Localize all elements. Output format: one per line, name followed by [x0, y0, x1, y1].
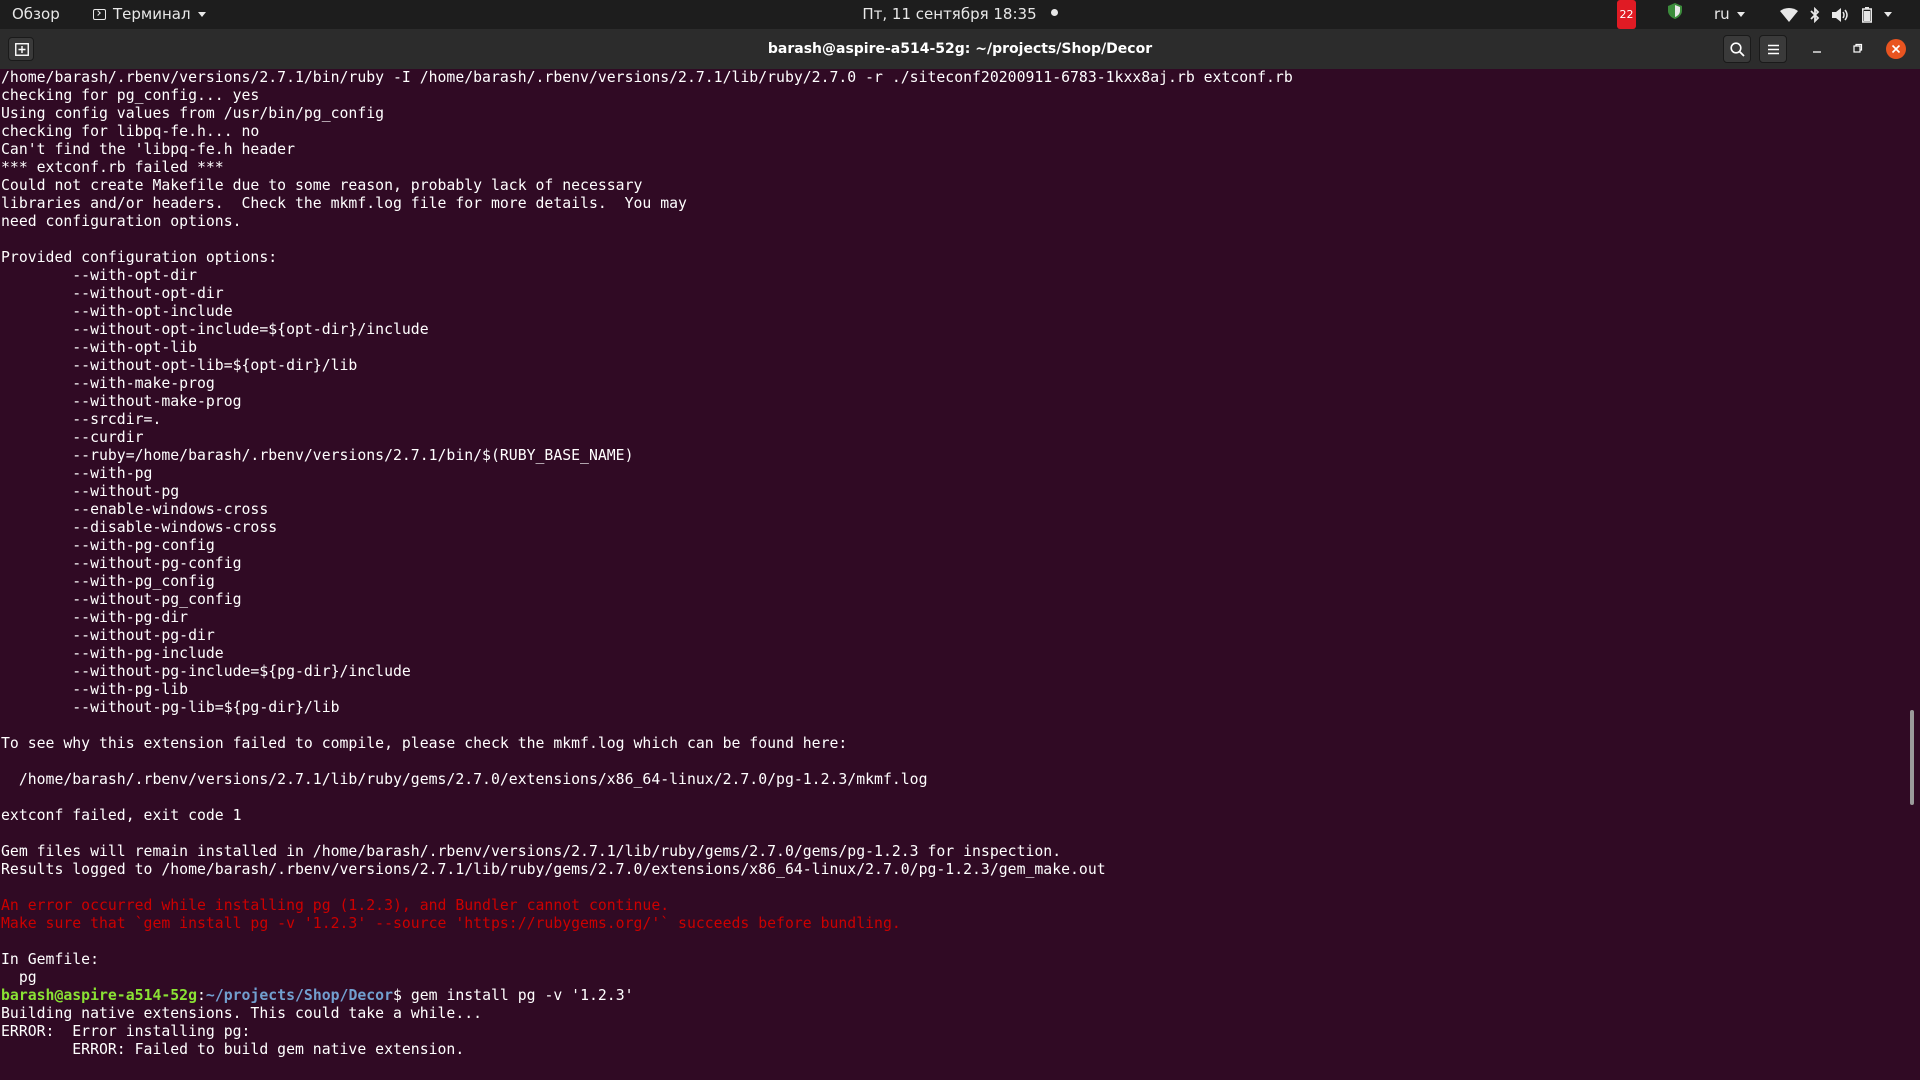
chevron-down-icon — [1884, 12, 1892, 17]
terminal-line: *** extconf.rb failed *** — [1, 159, 224, 176]
keyboard-layout-label: ru — [1714, 5, 1730, 23]
app-menu-terminal[interactable]: Терминал — [93, 0, 206, 29]
terminal-icon — [93, 9, 106, 20]
terminal-line: To see why this extension failed to comp… — [1, 735, 848, 752]
search-icon — [1730, 42, 1745, 57]
terminal-error-line: Make sure that `gem install pg -v '1.2.3… — [1, 915, 901, 932]
notification-badge[interactable]: 22 — [1617, 0, 1636, 29]
window-titlebar[interactable]: barash@aspire-a514-52g: ~/projects/Shop/… — [0, 29, 1920, 69]
terminal-line: --without-pg — [1, 483, 180, 500]
terminal-line: --with-pg-config — [1, 537, 215, 554]
terminal-line: /home/barash/.rbenv/versions/2.7.1/lib/r… — [1, 771, 928, 788]
terminal-line: --with-pg — [1, 465, 153, 482]
terminal-line: --enable-windows-cross — [1, 501, 269, 518]
clock-button[interactable]: Пт, 11 сентября 18:35 — [862, 5, 1058, 23]
terminal-line: extconf failed, exit code 1 — [1, 807, 242, 824]
terminal-line: --with-opt-lib — [1, 339, 197, 356]
terminal-line: --ruby=/home/barash/.rbenv/versions/2.7.… — [1, 447, 634, 464]
app-menu-label: Терминал — [113, 5, 191, 23]
terminal-line: --without-make-prog — [1, 393, 242, 410]
terminal-line: --with-pg-dir — [1, 609, 189, 626]
terminal-line: Gem files will remain installed in /home… — [1, 843, 1062, 860]
terminal-line: --with-pg-lib — [1, 681, 189, 698]
volume-icon — [1832, 7, 1848, 22]
search-button[interactable] — [1723, 35, 1751, 63]
terminal-line: checking for pg_config... yes — [1, 87, 260, 104]
battery-icon — [1862, 6, 1872, 23]
restore-icon — [1853, 43, 1863, 53]
terminal-line: Results logged to /home/barash/.rbenv/ve… — [1, 861, 1106, 878]
terminal-line: checking for libpq-fe.h... no — [1, 123, 260, 140]
terminal-line: Can't find the 'libpq-fe.h header — [1, 141, 295, 158]
close-button[interactable] — [1886, 39, 1906, 59]
terminal-line: --with-opt-include — [1, 303, 233, 320]
terminal-line: --curdir — [1, 429, 144, 446]
terminal-line: Provided configuration options: — [1, 249, 278, 266]
terminal-line: In Gemfile: — [1, 951, 99, 968]
terminal-error-line: An error occurred while installing pg (1… — [1, 897, 670, 914]
terminal-line: --without-opt-lib=${opt-dir}/lib — [1, 357, 358, 374]
terminal-line: --without-opt-include=${opt-dir}/include — [1, 321, 429, 338]
hamburger-menu-button[interactable] — [1759, 35, 1787, 63]
prompt-path: ~/projects/Shop/Decor — [205, 987, 393, 1004]
hamburger-icon — [1768, 44, 1779, 55]
activities-button[interactable]: Обзор — [12, 0, 60, 29]
terminal-line: --without-pg-lib=${pg-dir}/lib — [1, 699, 340, 716]
notification-dot-icon — [1050, 9, 1058, 16]
system-tray[interactable] — [1780, 0, 1892, 29]
terminal-line: libraries and/or headers. Check the mkmf… — [1, 195, 687, 212]
terminal-line: --srcdir=. — [1, 411, 162, 428]
window-title: barash@aspire-a514-52g: ~/projects/Shop/… — [767, 41, 1153, 57]
terminal-line: --without-pg_config — [1, 591, 242, 608]
terminal-line: --without-opt-dir — [1, 285, 224, 302]
terminal-line: pg — [1, 969, 37, 986]
chevron-down-icon — [197, 12, 206, 17]
terminal-scrollbar[interactable] — [1910, 710, 1914, 805]
minimize-button[interactable] — [1807, 39, 1827, 59]
bluetooth-icon — [1810, 6, 1820, 23]
clock-text: Пт, 11 сентября 18:35 — [862, 5, 1037, 23]
terminal-line: --with-pg-include — [1, 645, 224, 662]
minimize-icon — [1813, 51, 1821, 53]
terminal-line: --with-opt-dir — [1, 267, 197, 284]
terminal-output[interactable]: /home/barash/.rbenv/versions/2.7.1/bin/r… — [0, 69, 1905, 1080]
terminal-line: ERROR: Error installing pg: — [1, 1023, 251, 1040]
terminal-line: Building native extensions. This could t… — [1, 1005, 483, 1022]
terminal-line: --with-make-prog — [1, 375, 215, 392]
prompt-line: barash@aspire-a514-52g:~/projects/Shop/D… — [1, 987, 634, 1005]
top-bar: Обзор Терминал Пт, 11 сентября 18:35 22 … — [0, 0, 1920, 29]
terminal-line: Using config values from /usr/bin/pg_con… — [1, 105, 385, 122]
terminal-line: --disable-windows-cross — [1, 519, 278, 536]
restore-button[interactable] — [1847, 39, 1867, 59]
terminal-line: --without-pg-config — [1, 555, 242, 572]
keyboard-layout-menu[interactable]: ru — [1714, 0, 1745, 29]
chevron-down-icon — [1736, 12, 1745, 17]
close-icon — [1891, 44, 1901, 54]
terminal-line: --with-pg_config — [1, 573, 215, 590]
shield-icon[interactable] — [1668, 0, 1682, 29]
terminal-line: --without-pg-dir — [1, 627, 215, 644]
terminal-line: --without-pg-include=${pg-dir}/include — [1, 663, 411, 680]
terminal-line: need configuration options. — [1, 213, 242, 230]
wifi-icon — [1780, 7, 1798, 22]
terminal-line: Could not create Makefile due to some re… — [1, 177, 643, 194]
terminal-line: /home/barash/.rbenv/versions/2.7.1/bin/r… — [1, 69, 1293, 86]
prompt-user: barash@aspire-a514-52g — [1, 987, 197, 1004]
terminal-line: ERROR: Failed to build gem native extens… — [1, 1041, 465, 1058]
prompt-separator: : — [197, 987, 206, 1004]
prompt-command: $ gem install pg -v '1.2.3' — [393, 987, 634, 1004]
